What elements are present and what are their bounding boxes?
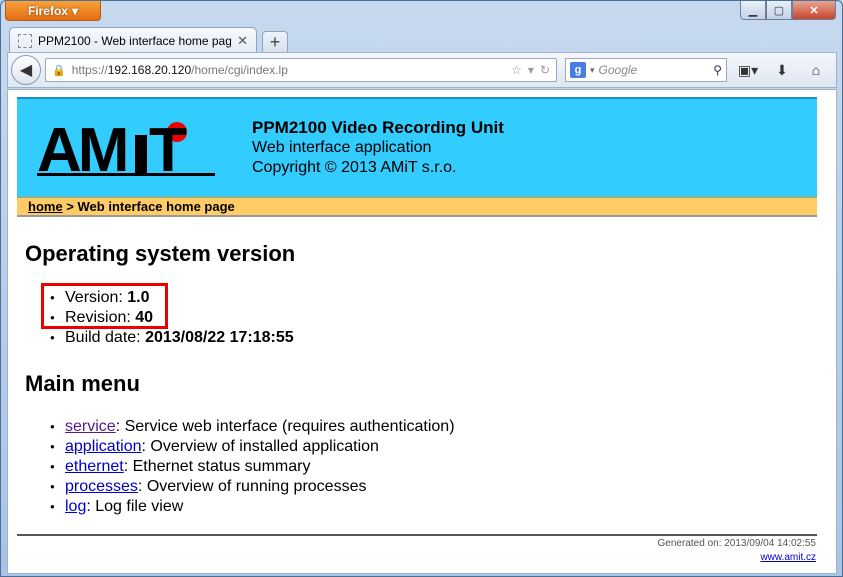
amit-logo: AM T: [37, 117, 215, 177]
new-tab-button[interactable]: +: [262, 31, 288, 53]
title-bar: Firefox ▾ ▁ ▢ ✕: [1, 1, 842, 25]
maximize-button[interactable]: ▢: [766, 1, 792, 20]
tab-strip: PPM2100 - Web interface home page ✕ +: [9, 26, 288, 53]
breadcrumb-current: Web interface home page: [77, 199, 235, 214]
minimize-button[interactable]: ▁: [740, 1, 766, 20]
header-banner: AM T PPM2100 Video Recording Unit Web in…: [17, 97, 817, 197]
highlight-box: [41, 283, 168, 329]
svg-text:T: T: [149, 117, 187, 177]
list-item: log: Log file view: [50, 497, 455, 517]
banner-copyright: Copyright © 2013 AMiT s.r.o.: [252, 159, 457, 176]
list-item: processes: Overview of running processes: [50, 477, 455, 497]
list-item: Build date: 2013/08/22 17:18:55: [50, 328, 294, 348]
url-bar[interactable]: 🔒 https://192.168.20.120/home/cgi/index.…: [45, 58, 557, 82]
search-bar[interactable]: g ▾ Google ⚲: [565, 58, 727, 82]
star-icon[interactable]: ☆: [511, 63, 522, 77]
url-host: 192.168.20.120: [107, 63, 192, 77]
application-description: : Overview of installed application: [141, 438, 379, 455]
list-item: service: Service web interface (requires…: [50, 417, 455, 437]
url-scheme: https://: [71, 63, 108, 77]
banner-subtitle: Web interface application: [252, 139, 432, 156]
url-text[interactable]: https://192.168.20.120/home/cgi/index.lp: [72, 63, 505, 77]
reload-icon[interactable]: ↻: [540, 63, 550, 77]
window-controls: ▁ ▢ ✕: [740, 1, 836, 20]
build-date-label: Build date:: [65, 329, 141, 346]
build-date-value: 2013/08/22 17:18:55: [145, 329, 294, 346]
lock-icon: 🔒: [52, 64, 66, 77]
processes-description: : Overview of running processes: [137, 478, 367, 495]
breadcrumb-home-link[interactable]: home: [28, 199, 63, 214]
back-button[interactable]: ◀: [11, 55, 41, 85]
amit-website-link[interactable]: www.amit.cz: [760, 552, 816, 563]
firefox-menu-button[interactable]: Firefox ▾: [5, 1, 101, 21]
chevron-down-icon: ▾: [71, 3, 79, 18]
search-placeholder[interactable]: Google: [599, 63, 710, 77]
ethernet-link[interactable]: ethernet: [65, 458, 124, 475]
bookmarks-icon[interactable]: ▣▾: [735, 58, 761, 82]
log-description: : Log file view: [86, 498, 184, 515]
url-path: /home/cgi/index.lp: [191, 63, 288, 77]
page-icon: [18, 33, 32, 48]
breadcrumb: home > Web interface home page: [17, 197, 817, 217]
breadcrumb-separator: >: [66, 199, 74, 214]
close-tab-icon[interactable]: ✕: [237, 33, 248, 49]
tab-active[interactable]: PPM2100 - Web interface home page ✕: [9, 27, 257, 53]
close-window-button[interactable]: ✕: [792, 1, 836, 20]
list-item: application: Overview of installed appli…: [50, 437, 455, 457]
download-icon[interactable]: ⬇: [769, 58, 795, 82]
log-link[interactable]: log: [65, 498, 86, 515]
main-menu-list: service: Service web interface (requires…: [50, 417, 455, 517]
main-menu-heading: Main menu: [25, 371, 140, 396]
list-item: ethernet: Ethernet status summary: [50, 457, 455, 477]
service-description: : Service web interface (requires authen…: [115, 418, 455, 435]
page-content: AM T PPM2100 Video Recording Unit Web in…: [7, 89, 837, 574]
svg-text:AM: AM: [37, 117, 126, 177]
tab-label: PPM2100 - Web interface home page: [38, 33, 232, 48]
ethernet-description: : Ethernet status summary: [123, 458, 311, 475]
banner-text: PPM2100 Video Recording Unit Web interfa…: [252, 118, 504, 178]
dropdown-icon[interactable]: ▾: [528, 63, 534, 77]
google-icon[interactable]: g: [570, 62, 586, 78]
footer: Generated on: 2013/09/04 14:02:55 www.am…: [658, 537, 816, 565]
service-link[interactable]: service: [65, 418, 116, 435]
processes-link[interactable]: processes: [65, 478, 138, 495]
navigation-toolbar: ◀ 🔒 https://192.168.20.120/home/cgi/inde…: [7, 52, 837, 88]
search-icon[interactable]: ⚲: [713, 63, 722, 77]
home-icon[interactable]: ⌂: [803, 58, 829, 82]
back-icon: ◀: [19, 62, 33, 79]
browser-window: Firefox ▾ ▁ ▢ ✕ PPM2100 - Web interface …: [0, 0, 843, 577]
search-engine-dropdown-icon[interactable]: ▾: [590, 65, 595, 76]
generated-timestamp: Generated on: 2013/09/04 14:02:55: [657, 538, 816, 549]
firefox-menu-label: Firefox: [27, 3, 68, 18]
banner-title: PPM2100 Video Recording Unit: [252, 118, 504, 137]
os-version-heading: Operating system version: [25, 241, 296, 266]
application-link[interactable]: application: [65, 438, 142, 455]
footer-divider: [17, 534, 817, 536]
